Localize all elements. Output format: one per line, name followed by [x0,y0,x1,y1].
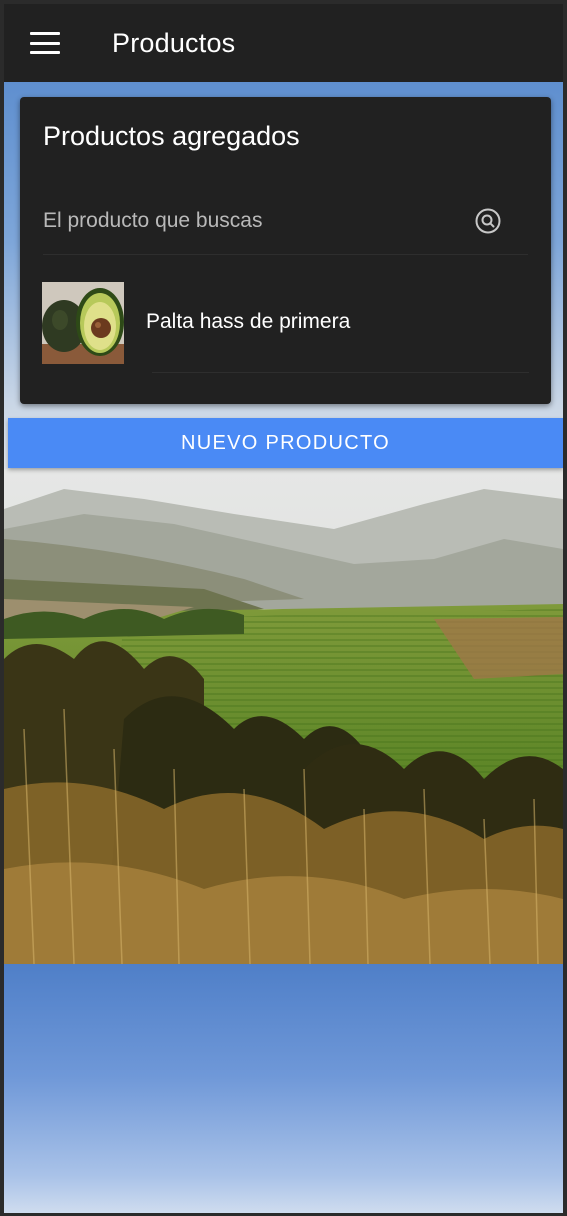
background-sky-bottom [4,964,563,1213]
product-list-item[interactable]: Palta hass de primera [42,282,529,373]
new-product-button[interactable]: NUEVO PRODUCTO [8,418,563,468]
page-title: Productos [112,27,236,58]
list-divider [152,372,529,373]
background-landscape-image [4,469,563,964]
menu-line [30,41,60,45]
app-frame: Productos Productos agregados El product… [0,0,567,1216]
search-icon[interactable] [474,207,502,235]
card-title: Productos agregados [43,121,300,151]
search-input[interactable] [43,203,443,239]
menu-line [30,51,60,54]
search-bar [43,197,528,255]
hamburger-menu-icon[interactable] [30,32,60,54]
products-card: Productos agregados El producto que busc… [20,97,551,404]
product-name: Palta hass de primera [146,310,351,333]
avocado-thumbnail [42,282,124,364]
top-app-bar: Productos [4,4,563,82]
menu-line [30,32,60,35]
